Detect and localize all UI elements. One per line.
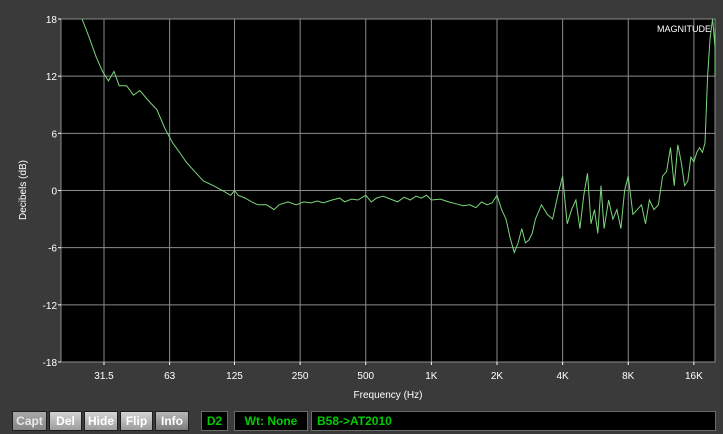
curve-id-field[interactable]: D2 bbox=[201, 411, 228, 431]
x-tick-label: 16K bbox=[685, 371, 703, 382]
x-tick-label: 250 bbox=[292, 371, 309, 382]
flip-button[interactable]: Flip bbox=[120, 411, 153, 431]
curve-toolbar: Capt Del Hide Flip Info D2 Wt: None B58-… bbox=[0, 408, 723, 434]
x-tick-label: 63 bbox=[164, 371, 176, 382]
y-axis-label: Decibels (dB) bbox=[18, 160, 29, 220]
y-tick-label: 6 bbox=[51, 129, 57, 140]
x-tick-label: 8K bbox=[622, 371, 635, 382]
chart-title: MAGNITUDE bbox=[657, 24, 711, 34]
y-tick-label: -12 bbox=[43, 301, 58, 312]
x-axis-label: Frequency (Hz) bbox=[354, 390, 423, 401]
x-tick-label: 4K bbox=[557, 371, 570, 382]
x-tick-label: 1K bbox=[425, 371, 438, 382]
info-button[interactable]: Info bbox=[155, 411, 189, 431]
capture-button[interactable]: Capt bbox=[12, 411, 47, 431]
y-tick-label: 0 bbox=[51, 187, 57, 198]
x-tick-label: 125 bbox=[226, 371, 243, 382]
y-tick-label: 12 bbox=[46, 72, 58, 83]
x-tick-label: 31.5 bbox=[94, 371, 114, 382]
curve-name-field[interactable]: B58->AT2010 bbox=[311, 411, 716, 431]
chart: 18 12 6 0 -6 -12 -18 31.5 63 125 250 500 1K 2K 4K 8K 16K… bbox=[18, 15, 716, 401]
x-tick-label: 2K bbox=[491, 371, 504, 382]
delete-button[interactable]: Del bbox=[49, 411, 82, 431]
y-tick-label: 18 bbox=[46, 15, 58, 26]
x-tick-label: 500 bbox=[357, 371, 374, 382]
weighting-field[interactable]: Wt: None bbox=[234, 411, 308, 431]
y-tick-label: -18 bbox=[43, 358, 58, 369]
hide-button[interactable]: Hide bbox=[84, 411, 118, 431]
y-tick-label: -6 bbox=[48, 244, 57, 255]
